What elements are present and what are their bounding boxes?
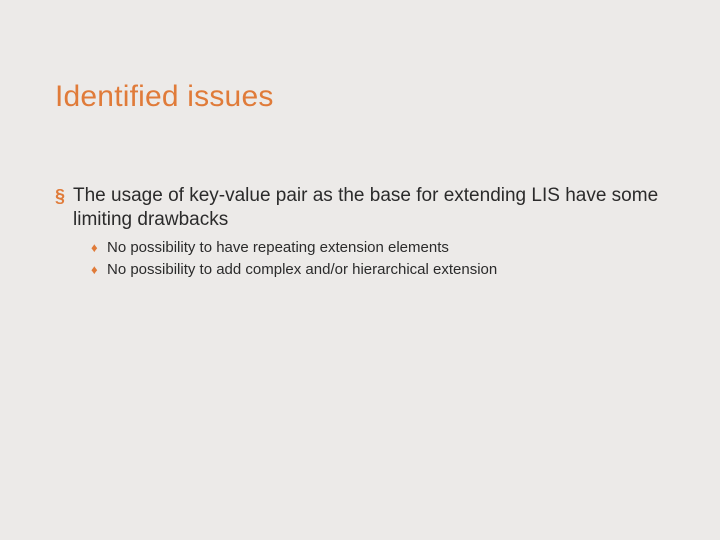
bullet-item: § The usage of key-value pair as the bas…: [55, 184, 660, 232]
slide: Identified issues § The usage of key-val…: [0, 0, 720, 540]
sub-bullet-item: ♦ No possibility to add complex and/or h…: [91, 260, 660, 280]
sub-bullet-item: ♦ No possibility to have repeating exten…: [91, 238, 660, 258]
diamond-icon: ♦: [91, 238, 107, 258]
slide-title: Identified issues: [55, 80, 660, 114]
bullet-text: The usage of key-value pair as the base …: [73, 184, 660, 232]
sub-bullet-text: No possibility to have repeating extensi…: [107, 238, 449, 258]
sub-bullet-list: ♦ No possibility to have repeating exten…: [55, 238, 660, 280]
section-sign-icon: §: [55, 184, 73, 208]
sub-bullet-text: No possibility to add complex and/or hie…: [107, 260, 497, 280]
diamond-icon: ♦: [91, 260, 107, 280]
